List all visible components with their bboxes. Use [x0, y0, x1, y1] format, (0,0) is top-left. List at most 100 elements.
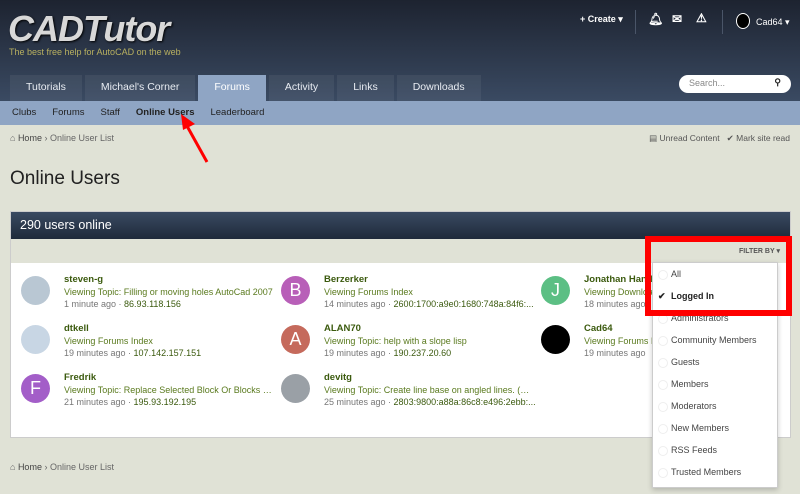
mark-site-read-link[interactable]: Mark site read	[736, 133, 790, 143]
user-activity[interactable]: Viewing Forums Index	[64, 336, 274, 346]
user-meta: 18 minutes ago	[584, 299, 646, 309]
user-meta: 19 minutes ago	[584, 348, 646, 358]
user-meta: 14 minutes ago · 2600:1700:a9e0:1680:748…	[324, 299, 534, 309]
user-name[interactable]: Fredrik	[64, 372, 96, 383]
site-header: CADTutor The best free help for AutoCAD …	[0, 0, 800, 101]
avatar[interactable]	[281, 374, 310, 403]
avatar-letter: A	[289, 329, 302, 349]
warning-icon[interactable]: ⚠	[696, 11, 707, 25]
search-icon[interactable]: ⚲	[774, 77, 781, 88]
tagline: The best free help for AutoCAD on the we…	[9, 47, 181, 57]
sub-nav: Clubs Forums Staff Online Users Leaderbo…	[0, 101, 800, 125]
unread-content-link[interactable]: Unread Content	[660, 133, 720, 143]
filter-option-label: Community Members	[671, 335, 757, 345]
avatar-letter: J	[551, 280, 560, 300]
divider	[635, 10, 636, 34]
user-list-item: A ALAN70 Viewing Topic: help with a slop…	[281, 323, 531, 367]
filter-option[interactable]: Trusted Members	[653, 461, 777, 483]
bell-icon[interactable]: 🔔︎	[648, 12, 663, 26]
subnav-forums[interactable]: Forums	[44, 101, 92, 125]
ip-address[interactable]: 190.237.20.60	[394, 348, 452, 358]
filter-option[interactable]: Moderators	[653, 395, 777, 417]
user-meta: 19 minutes ago · 107.142.157.151	[64, 348, 202, 358]
subnav-staff[interactable]: Staff	[93, 101, 128, 125]
filter-option-label: New Members	[671, 423, 730, 433]
user-activity[interactable]: Viewing Topic: help with a slope lisp	[324, 336, 534, 346]
tab-links[interactable]: Links	[337, 75, 394, 101]
filter-option-label: Guests	[671, 357, 700, 367]
ip-address[interactable]: 107.142.157.151	[134, 348, 202, 358]
tab-tutorials[interactable]: Tutorials	[10, 75, 82, 101]
avatar[interactable]: B	[281, 276, 310, 305]
user-list-item: devitg Viewing Topic: Create line base o…	[281, 372, 536, 416]
main-nav: Tutorials Michael's Corner Forums Activi…	[10, 75, 484, 101]
create-label: Create	[587, 14, 616, 24]
ip-address[interactable]: 86.93.118.156	[124, 299, 181, 309]
last-seen: 18 minutes ago	[584, 299, 646, 309]
search-placeholder: Search...	[689, 78, 726, 88]
filter-option-label: Members	[671, 379, 709, 389]
avatar[interactable]: J	[541, 276, 570, 305]
last-seen: 19 minutes ago	[584, 348, 646, 358]
tab-activity[interactable]: Activity	[268, 75, 335, 101]
user-name[interactable]: ALAN70	[324, 323, 361, 334]
avatar[interactable]: A	[281, 325, 310, 354]
avatar-letter: B	[289, 280, 302, 300]
user-meta: 25 minutes ago · 2803:9800:a88a:86c8:e49…	[324, 397, 536, 407]
tab-michaels-corner[interactable]: Michael's Corner	[84, 75, 196, 101]
last-seen: 1 minute ago	[64, 299, 117, 309]
user-name[interactable]: Cad64	[584, 323, 613, 334]
logo[interactable]: CADTutor	[8, 8, 170, 50]
user-list-item: dtkell Viewing Forums Index 19 minutes a…	[21, 323, 271, 367]
filter-option-label: Trusted Members	[671, 467, 742, 477]
last-seen: 19 minutes ago	[324, 348, 386, 358]
avatar[interactable]	[21, 276, 50, 305]
username: Cad64	[756, 17, 783, 27]
last-seen: 14 minutes ago	[324, 299, 386, 309]
red-arrow-annotation	[181, 114, 209, 163]
filter-option-label: RSS Feeds	[671, 445, 718, 455]
avatar[interactable]	[541, 325, 570, 354]
filter-option[interactable]: RSS Feeds	[653, 439, 777, 461]
breadcrumb-bottom: ⌂ Home › Online User List	[10, 462, 114, 472]
breadcrumb-home[interactable]: Home	[18, 133, 42, 143]
breadcrumb-current: Online User List	[49, 133, 114, 143]
breadcrumb-actions: ▤ Unread Content ✔ Mark site read	[649, 133, 790, 143]
ip-address[interactable]: 2600:1700:a9e0:1680:748a:84f6:...	[394, 299, 534, 309]
ip-address[interactable]: 195.93.192.195	[134, 397, 197, 407]
user-activity[interactable]: Viewing Topic: Create line base on angle…	[324, 385, 534, 395]
breadcrumb-current: Online User List	[49, 462, 114, 472]
search-input[interactable]: Search... ⚲	[679, 75, 791, 93]
filter-option[interactable]: Community Members	[653, 329, 777, 351]
breadcrumb-home[interactable]: Home	[18, 462, 42, 472]
user-activity[interactable]: Viewing Forums Index	[324, 287, 534, 297]
filter-option[interactable]: Guests	[653, 351, 777, 373]
user-menu[interactable]: Cad64 ▾	[756, 17, 790, 28]
filter-option[interactable]: New Members	[653, 417, 777, 439]
filter-option[interactable]: Members	[653, 373, 777, 395]
subnav-clubs[interactable]: Clubs	[4, 101, 44, 125]
tab-downloads[interactable]: Downloads	[396, 75, 481, 101]
red-highlight-annotation	[645, 236, 792, 316]
breadcrumb: ⌂ Home › Online User List	[10, 133, 114, 143]
user-name[interactable]: devitg	[324, 372, 352, 383]
user-list-item: F Fredrik Viewing Topic: Replace Selecte…	[21, 372, 274, 416]
avatar-letter: F	[30, 378, 41, 398]
ip-address[interactable]: 2803:9800:a88a:86c8:e496:2ebb:...	[394, 397, 536, 407]
user-meta: 1 minute ago · 86.93.118.156	[64, 299, 181, 309]
user-name[interactable]: Berzerker	[324, 274, 368, 285]
create-button[interactable]: + Create ▾	[580, 14, 623, 25]
tab-forums[interactable]: Forums	[198, 75, 266, 101]
avatar[interactable]: F	[21, 374, 50, 403]
avatar[interactable]	[21, 325, 50, 354]
filter-option-label: Moderators	[671, 401, 717, 411]
user-name[interactable]: steven-g	[64, 274, 103, 285]
last-seen: 21 minutes ago	[64, 397, 126, 407]
user-activity[interactable]: Viewing Topic: Filling or moving holes A…	[64, 287, 274, 297]
user-list-item: B Berzerker Viewing Forums Index 14 minu…	[281, 274, 534, 318]
user-activity[interactable]: Viewing Topic: Replace Selected Block Or…	[64, 385, 274, 395]
envelope-icon[interactable]: ✉	[672, 12, 682, 26]
user-avatar[interactable]	[736, 13, 750, 29]
users-online-count: 290 users online	[11, 212, 790, 239]
user-name[interactable]: dtkell	[64, 323, 89, 334]
